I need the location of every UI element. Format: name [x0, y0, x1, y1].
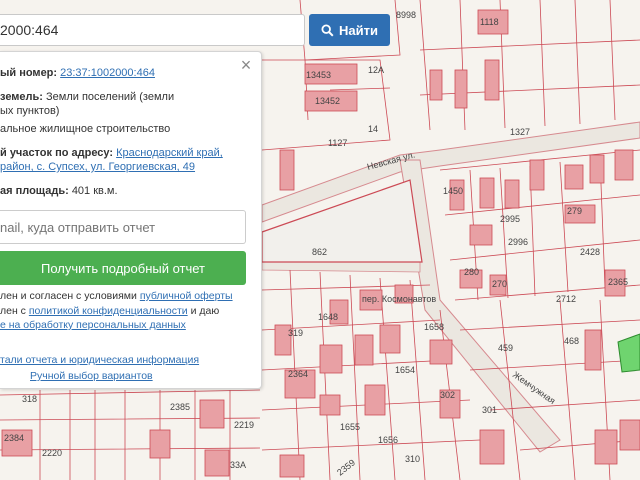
consent-privacy-tail: и даю	[190, 305, 220, 317]
area-label: ая площадь:	[0, 185, 69, 197]
search-icon	[321, 23, 334, 37]
map-label: 280	[464, 267, 479, 277]
map-label: 8998	[396, 10, 416, 20]
permitted-use-row: альное жилищное строительство	[0, 122, 170, 136]
map-label: 302	[440, 390, 455, 400]
map-label: 2365	[608, 277, 628, 287]
map-label: 2428	[580, 247, 600, 257]
land-category-row: земель: Земли поселений (земли	[0, 90, 174, 104]
consent-offer-row: лен и согласен с условиями публичной офе…	[0, 289, 233, 303]
map-label: 2220	[42, 448, 62, 458]
map-label: 1118	[480, 17, 499, 27]
address-label: й участок по адресу:	[0, 147, 114, 159]
email-field[interactable]	[0, 210, 246, 244]
personal-data-link[interactable]: е на обработку персональных данных	[0, 319, 186, 331]
map-label: 2385	[170, 402, 190, 412]
parcel-info-panel: × ый номер: 23:37:1002000:464 земель: Зе…	[0, 51, 262, 389]
land-category-value-2: ых пунктов)	[0, 105, 60, 117]
cadastral-number-link[interactable]: 23:37:1002000:464	[60, 67, 155, 79]
map-label: пер. Космонавтов	[362, 294, 436, 304]
map-label: 468	[564, 336, 579, 346]
map-label: 862	[312, 247, 327, 257]
address-row-2: район, с. Супсех, ул. Георгиевская, 49	[0, 160, 195, 174]
map-label: 1127	[328, 138, 347, 148]
search-button-label: Найти	[339, 22, 378, 38]
report-details-link[interactable]: тали отчета и юридическая информация	[0, 354, 199, 366]
search-input[interactable]	[0, 15, 300, 45]
map-label: 13453	[306, 70, 331, 80]
cadastral-number-label: ый номер:	[0, 67, 58, 79]
address-link-2[interactable]: район, с. Супсех, ул. Георгиевская, 49	[0, 161, 195, 173]
land-category-label: земель:	[0, 91, 43, 103]
get-report-button[interactable]: Получить подробный отчет	[0, 251, 246, 285]
manual-select-row: Ручной выбор вариантов	[30, 369, 153, 383]
map-label: 1327	[510, 127, 530, 137]
map-label: 14	[368, 124, 378, 134]
consent-privacy-text: лен с	[0, 305, 26, 317]
map-label: 1655	[340, 422, 360, 432]
map-label: 318	[22, 394, 37, 404]
map-label: 1450	[443, 186, 463, 196]
map-label: 319	[288, 328, 303, 338]
map-label: 1648	[318, 312, 338, 322]
map-label: 12А	[368, 65, 384, 75]
land-category-value: Земли поселений (земли	[46, 91, 175, 103]
map-label: 279	[567, 206, 582, 216]
cadastral-number-row: ый номер: 23:37:1002000:464	[0, 66, 155, 80]
map-label: 2384	[4, 433, 24, 443]
public-offer-link[interactable]: публичной оферты	[140, 290, 233, 302]
map-label: 310	[405, 454, 420, 464]
manual-select-link[interactable]: Ручной выбор вариантов	[30, 370, 153, 382]
search-button[interactable]: Найти	[309, 14, 390, 46]
area-row: ая площадь: 401 кв.м.	[0, 184, 118, 198]
close-icon[interactable]: ×	[238, 56, 254, 74]
get-report-label: Получить подробный отчет	[40, 260, 206, 276]
permitted-use-value: альное жилищное строительство	[0, 123, 171, 135]
search-box	[0, 14, 305, 46]
land-category-row-2: ых пунктов)	[0, 104, 59, 118]
map-label: 301	[482, 405, 497, 415]
report-details-row: тали отчета и юридическая информация	[0, 353, 199, 367]
address-link-1[interactable]: Краснодарский край,	[116, 147, 223, 159]
privacy-policy-link[interactable]: политикой конфиденциальности	[29, 305, 188, 317]
consent-privacy-row: лен с политикой конфиденциальности и даю	[0, 304, 219, 318]
map-label: 459	[498, 343, 513, 353]
map-label: 13452	[315, 96, 340, 106]
consent-offer-text: лен и согласен с условиями	[0, 290, 137, 302]
map-label: 2995	[500, 214, 520, 224]
map-label: 2996	[508, 237, 528, 247]
map-label: 2219	[234, 420, 254, 430]
map-label: 2364	[288, 369, 308, 379]
map-label: 1656	[378, 435, 398, 445]
map-label: 2712	[556, 294, 576, 304]
map-label: 1658	[424, 322, 444, 332]
map-label: 33А	[230, 460, 246, 470]
address-row: й участок по адресу: Краснодарский край,	[0, 146, 223, 160]
map-label: 1654	[395, 365, 415, 375]
consent-data-row: е на обработку персональных данных	[0, 318, 186, 332]
map-label: 270	[492, 279, 507, 289]
area-value: 401 кв.м.	[71, 185, 118, 197]
